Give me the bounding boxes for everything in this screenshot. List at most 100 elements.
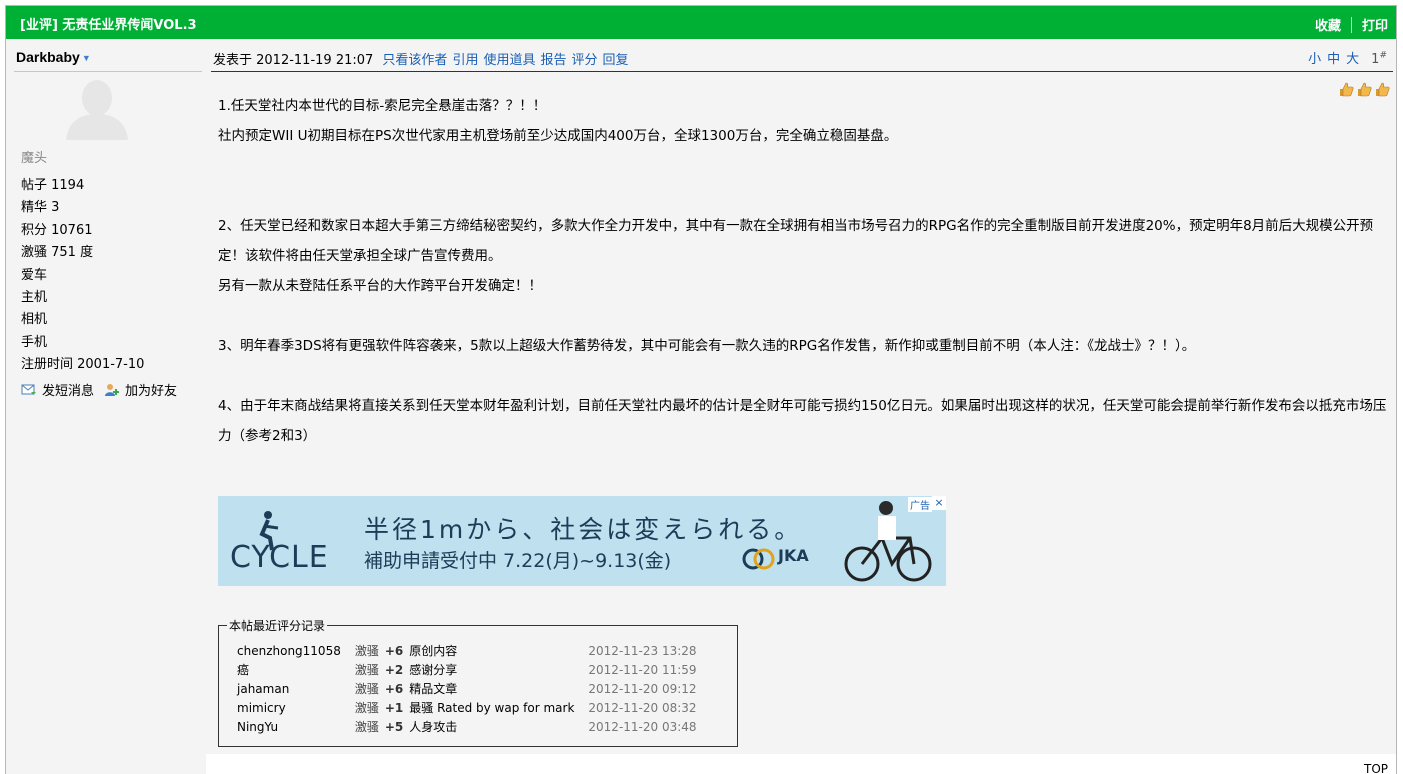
avatar-icon[interactable] [64,78,130,140]
post-paragraph: 另有一款从未登陆任系平台的大作跨平台开发确定！！ [218,278,542,294]
table-row: 癌 激骚 +2 感谢分享 2012-11-20 11:59 [237,660,703,679]
thread-title-bar: [业评] 无责任业界传闻VOL.3 收藏 打印 [6,6,1396,39]
post-paragraph: 1.任天堂社内本世代的目标-索尼完全悬崖击落？？！！ [218,98,547,114]
stat-camera: 相机 [21,312,48,328]
author-name[interactable]: Darkbaby [16,49,80,65]
ad-logo: JKA [778,546,809,565]
stat-car: 爱车 [21,267,48,283]
rating-user[interactable]: mimicry [237,698,347,717]
rating-time: 2012-11-20 08:32 [588,700,697,715]
thread-title: [业评] 无责任业界传闻VOL.3 [20,18,197,33]
post-paragraph: 2、任天堂已经和数家日本超大手第三方缔结秘密契约，多款大作全力开发中，其中有一款… [218,218,1374,264]
stat-jisao: 激骚 751 度 [21,245,94,261]
table-row: jahaman 激骚 +6 精品文章 2012-11-20 09:12 [237,679,703,698]
post-paragraph [218,151,1388,181]
ad-subline: 補助申請受付中 7.22(月)~9.13(金) [364,550,672,572]
post-paragraph: 3、明年春季3DS将有更强软件阵容袭来，5款以上超级大作蓄势待发，其中可能会有一… [218,338,1196,354]
rating-reason: 原创内容 [409,644,458,658]
divider [1350,16,1352,33]
send-message-button[interactable]: 发短消息 [21,380,94,399]
rating-time: 2012-11-20 09:12 [588,681,697,696]
rating-user[interactable]: chenzhong11058 [237,641,347,660]
post-paragraph [218,301,1388,331]
author-actions: 发短消息 加为好友 [21,380,187,399]
rating-value: +1 [384,700,404,715]
rating-user[interactable]: jahaman [237,679,347,698]
rating-time: 2012-11-23 13:28 [588,643,697,658]
only-author-link[interactable]: 只看该作者 [382,53,447,68]
rating-value: +5 [384,719,404,734]
stat-register-date: 注册时间 2001-7-10 [21,357,145,373]
author-name-menu[interactable]: Darkbaby ▼ [16,49,91,65]
user-add-icon [105,383,120,396]
floor-number: 1# [1365,50,1387,67]
title-actions: 收藏 打印 [1315,15,1388,34]
stat-phone: 手机 [21,334,48,350]
ad-label: 广告 [908,497,932,512]
ad-headline: 半径1mから、社会は変えられる。 [364,515,803,544]
ratings-legend: 本帖最近评分记录 [227,617,328,634]
post-paragraph [218,181,1388,211]
ratings-box: 本帖最近评分记录 chenzhong11058 激骚 +6 原创内容 2012-… [218,617,738,747]
print-link[interactable]: 打印 [1362,15,1388,34]
stat-digest: 精华 3 [21,200,60,216]
table-row: NingYu 激骚 +5 人身攻击 2012-11-20 03:48 [237,717,703,736]
use-item-link[interactable]: 使用道具 [483,53,535,68]
post-paragraph: 社内预定WII U初期目标在PS次世代家用主机登场前至少达成国内400万台，全球… [218,128,898,144]
rating-time: 2012-11-20 03:48 [588,719,697,734]
favorite-link[interactable]: 收藏 [1315,15,1341,34]
post-frame: [业评] 无责任业界传闻VOL.3 收藏 打印 Darkbaby ▼ 魔头 帖子 … [5,5,1397,774]
font-medium-link[interactable]: 中 [1327,52,1340,67]
rating-category: 激骚 [354,720,379,734]
rating-category: 激骚 [354,701,379,715]
reply-link[interactable]: 回复 [603,53,629,68]
post-meta: 发表于 2012-11-19 21:07 只看该作者 引用 使用道具 报告 评分 回复 [213,49,629,68]
send-message-label[interactable]: 发短消息 [42,380,94,399]
post-main: 发表于 2012-11-19 21:07 只看该作者 引用 使用道具 报告 评分 回复 小… [206,39,1396,774]
font-large-link[interactable]: 大 [1346,52,1359,67]
rating-reason: 人身攻击 [409,720,458,734]
post-paragraph [218,361,1388,391]
rating-reason: 感谢分享 [409,663,458,677]
add-friend-button[interactable]: 加为好友 [104,380,177,399]
rating-value: +2 [384,662,404,677]
font-size-controls: 小中大 1# [1302,48,1387,67]
quote-link[interactable]: 引用 [452,53,478,68]
post-footer [206,754,1396,774]
rating-user[interactable]: 癌 [237,660,347,679]
ad-banner[interactable]: CYCLE 半径1mから、社会は変えられる。 補助申請受付中 7.22(月)~9… [218,496,946,586]
author-sidebar: Darkbaby ▼ 魔头 帖子 1194 精华 3 积分 10761 激骚 75… [6,39,206,774]
rating-category: 激骚 [354,682,379,696]
rating-user[interactable]: NingYu [237,717,347,736]
add-friend-label[interactable]: 加为好友 [125,380,177,399]
author-rank: 魔头 [21,151,48,166]
close-icon[interactable]: × [932,496,946,510]
floor-mark: # [1379,50,1387,61]
stat-points: 积分 10761 [21,222,93,238]
stat-posts: 帖子 1194 [21,178,85,193]
rating-value: +6 [384,643,404,658]
rating-reason: 精品文章 [409,682,458,696]
report-link[interactable]: 报告 [540,53,566,68]
font-small-link[interactable]: 小 [1308,52,1321,67]
ad-brand: CYCLE [230,540,329,575]
ratings-table: chenzhong11058 激骚 +6 原创内容 2012-11-23 13:… [237,641,703,736]
post-date: 发表于 2012-11-19 21:07 [213,53,374,68]
rating-category: 激骚 [354,644,379,658]
rating-value: +6 [384,681,404,696]
author-stats: 帖子 1194 精华 3 积分 10761 激骚 751 度 爱车 主机 相机 … [21,175,144,377]
divider [211,71,1393,72]
rating-time: 2012-11-20 11:59 [588,662,697,677]
rate-link[interactable]: 评分 [571,53,597,68]
chevron-down-icon[interactable]: ▼ [82,53,91,63]
rating-reason: 最骚 Rated by wap for mark [409,701,575,715]
divider [14,71,202,72]
post-body: 1.任天堂社内本世代的目标-索尼完全悬崖击落？？！！ 社内预定WII U初期目标… [218,91,1388,451]
table-row: chenzhong11058 激骚 +6 原创内容 2012-11-23 13:… [237,641,703,660]
post-paragraph: 4、由于年末商战结果将直接关系到任天堂本财年盈利计划，目前任天堂社内最坏的估计是… [218,398,1387,444]
stat-console: 主机 [21,290,48,306]
jka-logo-icon [742,548,775,570]
message-icon [21,384,36,395]
back-to-top-link[interactable]: TOP [1364,762,1388,774]
rating-category: 激骚 [354,663,379,677]
